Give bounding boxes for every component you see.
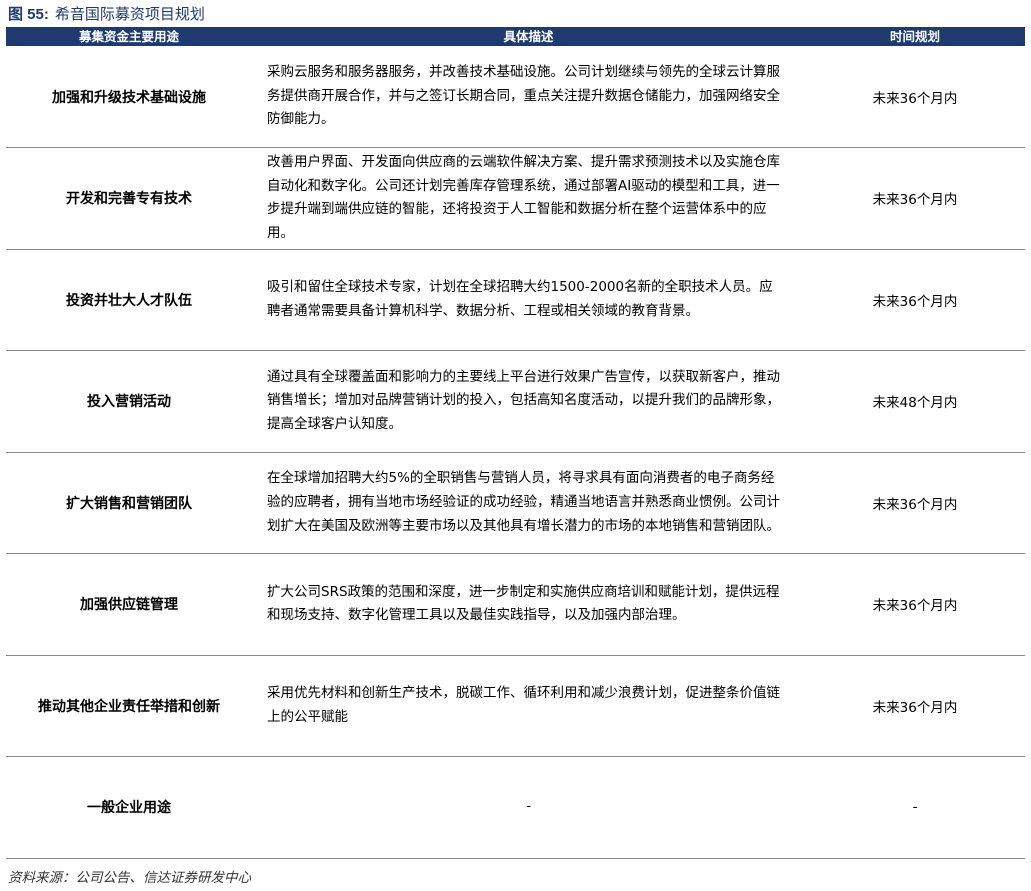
cell-time: 未来36个月内 <box>805 452 1025 554</box>
header-time: 时间规划 <box>805 27 1025 46</box>
table-row: 加强供应链管理 扩大公司SRS政策的范围和深度，进一步制定和实施供应商培训和赋能… <box>6 553 1025 656</box>
figure-label: 图 55: <box>8 6 49 23</box>
cell-use: 推动其他企业责任举措和创新 <box>6 655 252 757</box>
cell-desc: 扩大公司SRS政策的范围和深度，进一步制定和实施供应商培训和赋能计划，提供远程和… <box>252 553 805 656</box>
table-row: 投资并壮大人才队伍 吸引和留住全球技术专家，计划在全球招聘大约1500-2000… <box>6 249 1025 351</box>
cell-time: 未来36个月内 <box>805 553 1025 656</box>
cell-desc: 采购云服务和服务器服务，并改善技术基础设施。公司计划继续与领先的全球云计算服务提… <box>252 46 805 148</box>
fundraising-table: 募集资金主要用途 具体描述 时间规划 加强和升级技术基础设施 采购云服务和服务器… <box>6 27 1025 859</box>
cell-time: 未来36个月内 <box>805 46 1025 148</box>
cell-time: - <box>805 756 1025 859</box>
figure-name: 希音国际募资项目规划 <box>54 5 205 23</box>
cell-time: 未来36个月内 <box>805 655 1025 757</box>
data-table: 募集资金主要用途 具体描述 时间规划 加强和升级技术基础设施 采购云服务和服务器… <box>6 27 1025 859</box>
table-body: 加强和升级技术基础设施 采购云服务和服务器服务，并改善技术基础设施。公司计划继续… <box>6 46 1025 859</box>
cell-time: 未来48个月内 <box>805 350 1025 453</box>
table-row: 投入营销活动 通过具有全球覆盖面和影响力的主要线上平台进行效果广告宣传，以获取新… <box>6 350 1025 453</box>
table-row: 一般企业用途 - - <box>6 756 1025 859</box>
cell-desc: 在全球增加招聘大约5%的全职销售与营销人员，将寻求具有面向消费者的电子商务经验的… <box>252 452 805 554</box>
header-use: 募集资金主要用途 <box>6 27 252 46</box>
table-row: 开发和完善专有技术 改善用户界面、开发面向供应商的云端软件解决方案、提升需求预测… <box>6 147 1025 250</box>
cell-use: 投入营销活动 <box>6 350 252 453</box>
cell-use: 开发和完善专有技术 <box>6 147 252 250</box>
table-row: 加强和升级技术基础设施 采购云服务和服务器服务，并改善技术基础设施。公司计划继续… <box>6 46 1025 148</box>
cell-time: 未来36个月内 <box>805 147 1025 250</box>
table-row: 扩大销售和营销团队 在全球增加招聘大约5%的全职销售与营销人员，将寻求具有面向消… <box>6 452 1025 554</box>
header-row: 募集资金主要用途 具体描述 时间规划 <box>6 27 1025 46</box>
table-header: 募集资金主要用途 具体描述 时间规划 <box>6 27 1025 46</box>
cell-desc: - <box>252 756 805 859</box>
cell-time: 未来36个月内 <box>805 249 1025 351</box>
cell-use: 投资并壮大人才队伍 <box>6 249 252 351</box>
cell-use: 加强供应链管理 <box>6 553 252 656</box>
cell-use: 扩大销售和营销团队 <box>6 452 252 554</box>
header-desc: 具体描述 <box>252 27 805 46</box>
cell-use: 加强和升级技术基础设施 <box>6 46 252 148</box>
source-note: 资料来源：公司公告、信达证券研发中心 <box>8 870 251 886</box>
figure-title: 图 55: 希音国际募资项目规划 <box>8 3 205 25</box>
cell-desc: 吸引和留住全球技术专家，计划在全球招聘大约1500-2000名新的全职技术人员。… <box>252 249 805 351</box>
cell-use: 一般企业用途 <box>6 756 252 859</box>
cell-desc: 改善用户界面、开发面向供应商的云端软件解决方案、提升需求预测技术以及实施仓库自动… <box>252 147 805 250</box>
cell-desc: 通过具有全球覆盖面和影响力的主要线上平台进行效果广告宣传，以获取新客户，推动销售… <box>252 350 805 453</box>
table-row: 推动其他企业责任举措和创新 采用优先材料和创新生产技术，脱碳工作、循环利用和减少… <box>6 655 1025 757</box>
cell-desc: 采用优先材料和创新生产技术，脱碳工作、循环利用和减少浪费计划，促进整条价值链上的… <box>252 655 805 757</box>
